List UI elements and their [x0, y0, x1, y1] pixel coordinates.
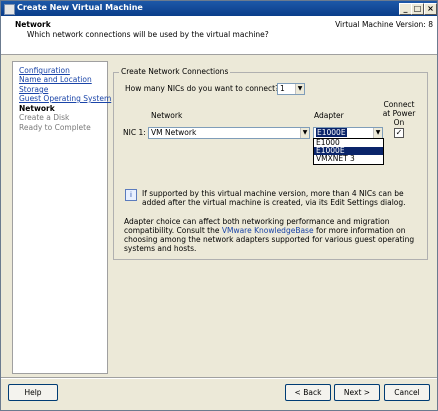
nic-count-question: How many NICs do you want to connect? — [125, 84, 280, 93]
title-bar[interactable]: Create New Virtual Machine _ □ × — [1, 1, 437, 16]
wizard-header: Network Which network connections will b… — [1, 16, 437, 55]
cancel-button[interactable]: Cancel — [384, 384, 430, 401]
nic-1-label: NIC 1: — [123, 128, 146, 137]
chevron-down-icon[interactable]: ▼ — [300, 128, 309, 138]
nic-count-select[interactable]: 1 ▼ — [277, 83, 305, 95]
adapter-advice-text: Adapter choice can affect both networkin… — [124, 217, 416, 253]
page-subtitle: Which network connections will be used b… — [27, 30, 269, 39]
page-title: Network — [15, 20, 51, 29]
step-name-location[interactable]: Name and Location — [19, 75, 92, 84]
chevron-down-icon[interactable]: ▼ — [373, 128, 382, 138]
wizard-steps: Configuration Name and Location Storage … — [12, 61, 111, 374]
step-storage[interactable]: Storage — [19, 85, 48, 94]
back-button[interactable]: < Back — [285, 384, 331, 401]
help-button[interactable]: Help — [8, 384, 58, 401]
wizard-window: Create New Virtual Machine _ □ × Network… — [0, 0, 438, 411]
close-icon[interactable]: × — [424, 3, 437, 15]
window-title: Create New Virtual Machine — [17, 3, 143, 12]
maximize-icon[interactable]: □ — [411, 3, 424, 15]
adapter-value: E1000E — [316, 128, 347, 137]
network-column-header: Network — [151, 111, 183, 120]
adapter-dropdown-list: E1000 E1000E VMXNET 3 — [313, 138, 384, 165]
info-icon: i — [125, 189, 137, 201]
chevron-down-icon[interactable]: ▼ — [295, 84, 304, 94]
knowledgebase-link[interactable]: VMware KnowledgeBase — [222, 226, 314, 235]
step-guest-os[interactable]: Guest Operating System — [19, 94, 111, 103]
connect-at-power-on-checkbox[interactable]: ✓ — [394, 128, 404, 138]
network-select[interactable]: VM Network ▼ — [148, 127, 310, 139]
nic-info-text: If supported by this virtual machine ver… — [142, 189, 406, 207]
nic-count-value: 1 — [280, 84, 285, 93]
vm-icon — [4, 4, 15, 15]
next-button[interactable]: Next > — [334, 384, 380, 401]
group-label: Create Network Connections — [119, 67, 231, 76]
network-value: VM Network — [151, 128, 197, 137]
footer-divider — [1, 377, 437, 379]
step-configuration[interactable]: Configuration — [19, 66, 70, 75]
adapter-option[interactable]: VMXNET 3 — [314, 155, 383, 163]
step-ready: Ready to Complete — [19, 123, 91, 132]
step-create-disk: Create a Disk — [19, 113, 70, 122]
adapter-column-header: Adapter — [314, 111, 344, 120]
step-network: Network — [19, 104, 55, 113]
connect-column-header: Connect at Power On — [382, 100, 416, 127]
vm-version-label: Virtual Machine Version: 8 — [335, 20, 433, 29]
